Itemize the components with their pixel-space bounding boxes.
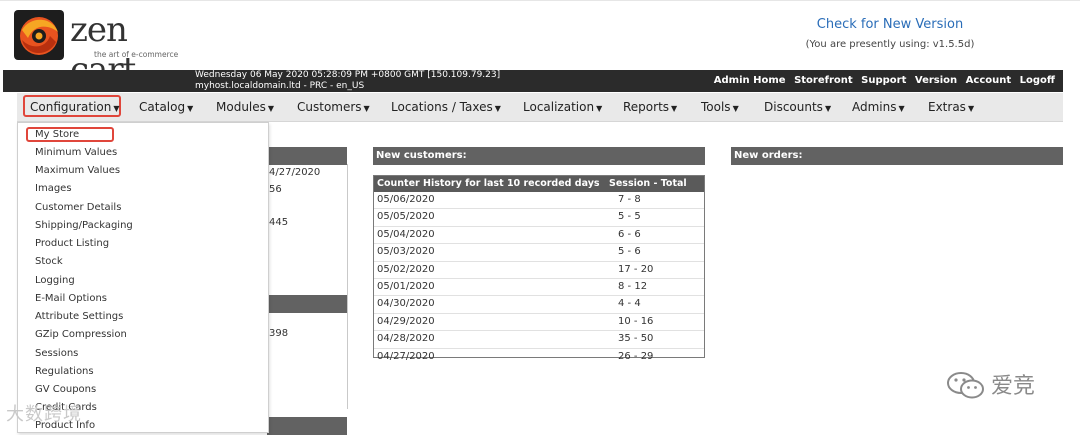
column-header-counter: Counter History for last 10 recorded day… (377, 178, 600, 189)
table-row: 04/27/2020 26 - 29 (377, 350, 654, 362)
header-links: Admin Home Storefront Support Version Ac… (709, 75, 1055, 86)
left-panel-value: 445 (269, 217, 289, 228)
menu-item-gzip-compression[interactable]: GZip Compression (35, 329, 127, 340)
caret-down-icon: ▼ (824, 104, 832, 113)
nav-admins[interactable]: Admins ▼ (852, 93, 905, 121)
menu-item-attribute-settings[interactable]: Attribute Settings (35, 311, 123, 322)
logoff-link[interactable]: Logoff (1020, 75, 1055, 86)
left-panel-header-2 (267, 295, 347, 313)
table-header: Counter History for last 10 recorded day… (374, 176, 704, 192)
caret-down-icon: ▼ (732, 104, 739, 113)
table-row: 04/30/2020 4 - 4 (374, 296, 704, 314)
left-panel (267, 164, 348, 409)
new-orders-header: New orders: (731, 147, 1063, 165)
table-row: 05/01/2020 8 - 12 (374, 279, 704, 297)
menu-item-images[interactable]: Images (35, 183, 72, 194)
menu-item-my-store[interactable]: My Store (35, 129, 79, 140)
menu-item-customer-details[interactable]: Customer Details (35, 202, 121, 213)
caret-down-icon: ▼ (113, 104, 120, 113)
configuration-dropdown-menu: My Store Minimum Values Maximum Values I… (17, 122, 269, 433)
menu-item-gv-coupons[interactable]: GV Coupons (35, 384, 96, 395)
menu-item-maximum-values[interactable]: Maximum Values (35, 165, 120, 176)
caret-down-icon: ▼ (187, 104, 194, 113)
check-new-version-link[interactable]: Check for New Version (800, 17, 980, 32)
column-header-session-total: Session - Total (609, 178, 687, 189)
left-panel-value: 4/27/2020 (269, 167, 321, 178)
menu-item-regulations[interactable]: Regulations (35, 366, 94, 377)
nav-customers[interactable]: Customers ▼ (297, 93, 370, 121)
zen-cart-logo-icon (14, 10, 64, 60)
left-panel-value: 398 (269, 328, 289, 339)
version-box: Check for New Version (You are presently… (800, 17, 980, 50)
top-divider (0, 0, 1080, 1)
counter-history-table: Counter History for last 10 recorded day… (373, 175, 705, 362)
watermark-text-right: 爱竞 (991, 374, 1036, 399)
menu-item-product-listing[interactable]: Product Listing (35, 238, 109, 249)
menu-item-sessions[interactable]: Sessions (35, 348, 78, 359)
caret-down-icon: ▼ (671, 104, 678, 113)
caret-down-icon: ▼ (494, 104, 501, 113)
server-info: Wednesday 06 May 2020 05:28:09 PM +0800 … (195, 70, 500, 92)
brand-tagline: the art of e-commerce (94, 50, 179, 59)
server-host: myhost.localdomain.ltd - PRC - en_US (195, 81, 365, 91)
new-customers-header: New customers: (373, 147, 705, 165)
table-row: 05/04/2020 6 - 6 (374, 227, 704, 245)
table-row: 04/28/2020 35 - 50 (374, 331, 704, 349)
table-row: 05/06/2020 7 - 8 (374, 192, 704, 210)
left-panel-header-3 (267, 417, 347, 435)
caret-down-icon: ▼ (967, 104, 975, 113)
watermark-left: 大数跨境 (6, 404, 82, 425)
nav-extras[interactable]: Extras ▼ (928, 93, 974, 121)
caret-down-icon: ▼ (267, 104, 275, 113)
left-panel-header (267, 147, 347, 165)
nav-discounts[interactable]: Discounts ▼ (764, 93, 831, 121)
nav-configuration[interactable]: Configuration ▼ (30, 93, 120, 121)
menu-item-email-options[interactable]: E-Mail Options (35, 293, 107, 304)
watermark-right: 爱竞 (945, 368, 1055, 402)
support-link[interactable]: Support (861, 75, 906, 86)
zen-cart-logo[interactable]: zen cart the art of e-commerce (12, 8, 182, 90)
menu-item-logging[interactable]: Logging (35, 275, 75, 286)
table-row: 05/03/2020 5 - 6 (374, 244, 704, 262)
current-version-note: (You are presently using: v1.5.5d) (805, 39, 975, 50)
menu-item-shipping-packaging[interactable]: Shipping/Packaging (35, 220, 133, 231)
caret-down-icon: ▼ (596, 104, 603, 113)
nav-modules[interactable]: Modules ▼ (216, 93, 274, 121)
nav-tools[interactable]: Tools ▼ (701, 93, 739, 121)
table-row: 05/05/2020 5 - 5 (374, 209, 704, 227)
nav-catalog[interactable]: Catalog ▼ (139, 93, 193, 121)
left-panel-value: 56 (269, 184, 282, 195)
account-link[interactable]: Account (966, 75, 1011, 86)
version-link[interactable]: Version (915, 75, 957, 86)
admin-header-bar: Wednesday 06 May 2020 05:28:09 PM +0800 … (3, 70, 1063, 92)
admin-home-link[interactable]: Admin Home (714, 75, 786, 86)
menu-item-minimum-values[interactable]: Minimum Values (35, 147, 117, 158)
caret-down-icon: ▼ (363, 104, 370, 113)
storefront-link[interactable]: Storefront (794, 75, 853, 86)
menu-item-stock[interactable]: Stock (35, 256, 63, 267)
nav-locations-taxes[interactable]: Locations / Taxes ▼ (391, 93, 501, 121)
table-row: 04/29/2020 10 - 16 (374, 314, 704, 332)
server-datetime: Wednesday 06 May 2020 05:28:09 PM +0800 … (195, 70, 501, 80)
wechat-icon (947, 372, 984, 399)
table-row: 05/02/2020 17 - 20 (374, 262, 704, 279)
nav-reports[interactable]: Reports ▼ (623, 93, 677, 121)
nav-localization[interactable]: Localization ▼ (523, 93, 602, 121)
caret-down-icon: ▼ (898, 104, 905, 113)
main-nav: Configuration ▼ Catalog ▼ Modules ▼ Custome… (17, 93, 1063, 122)
